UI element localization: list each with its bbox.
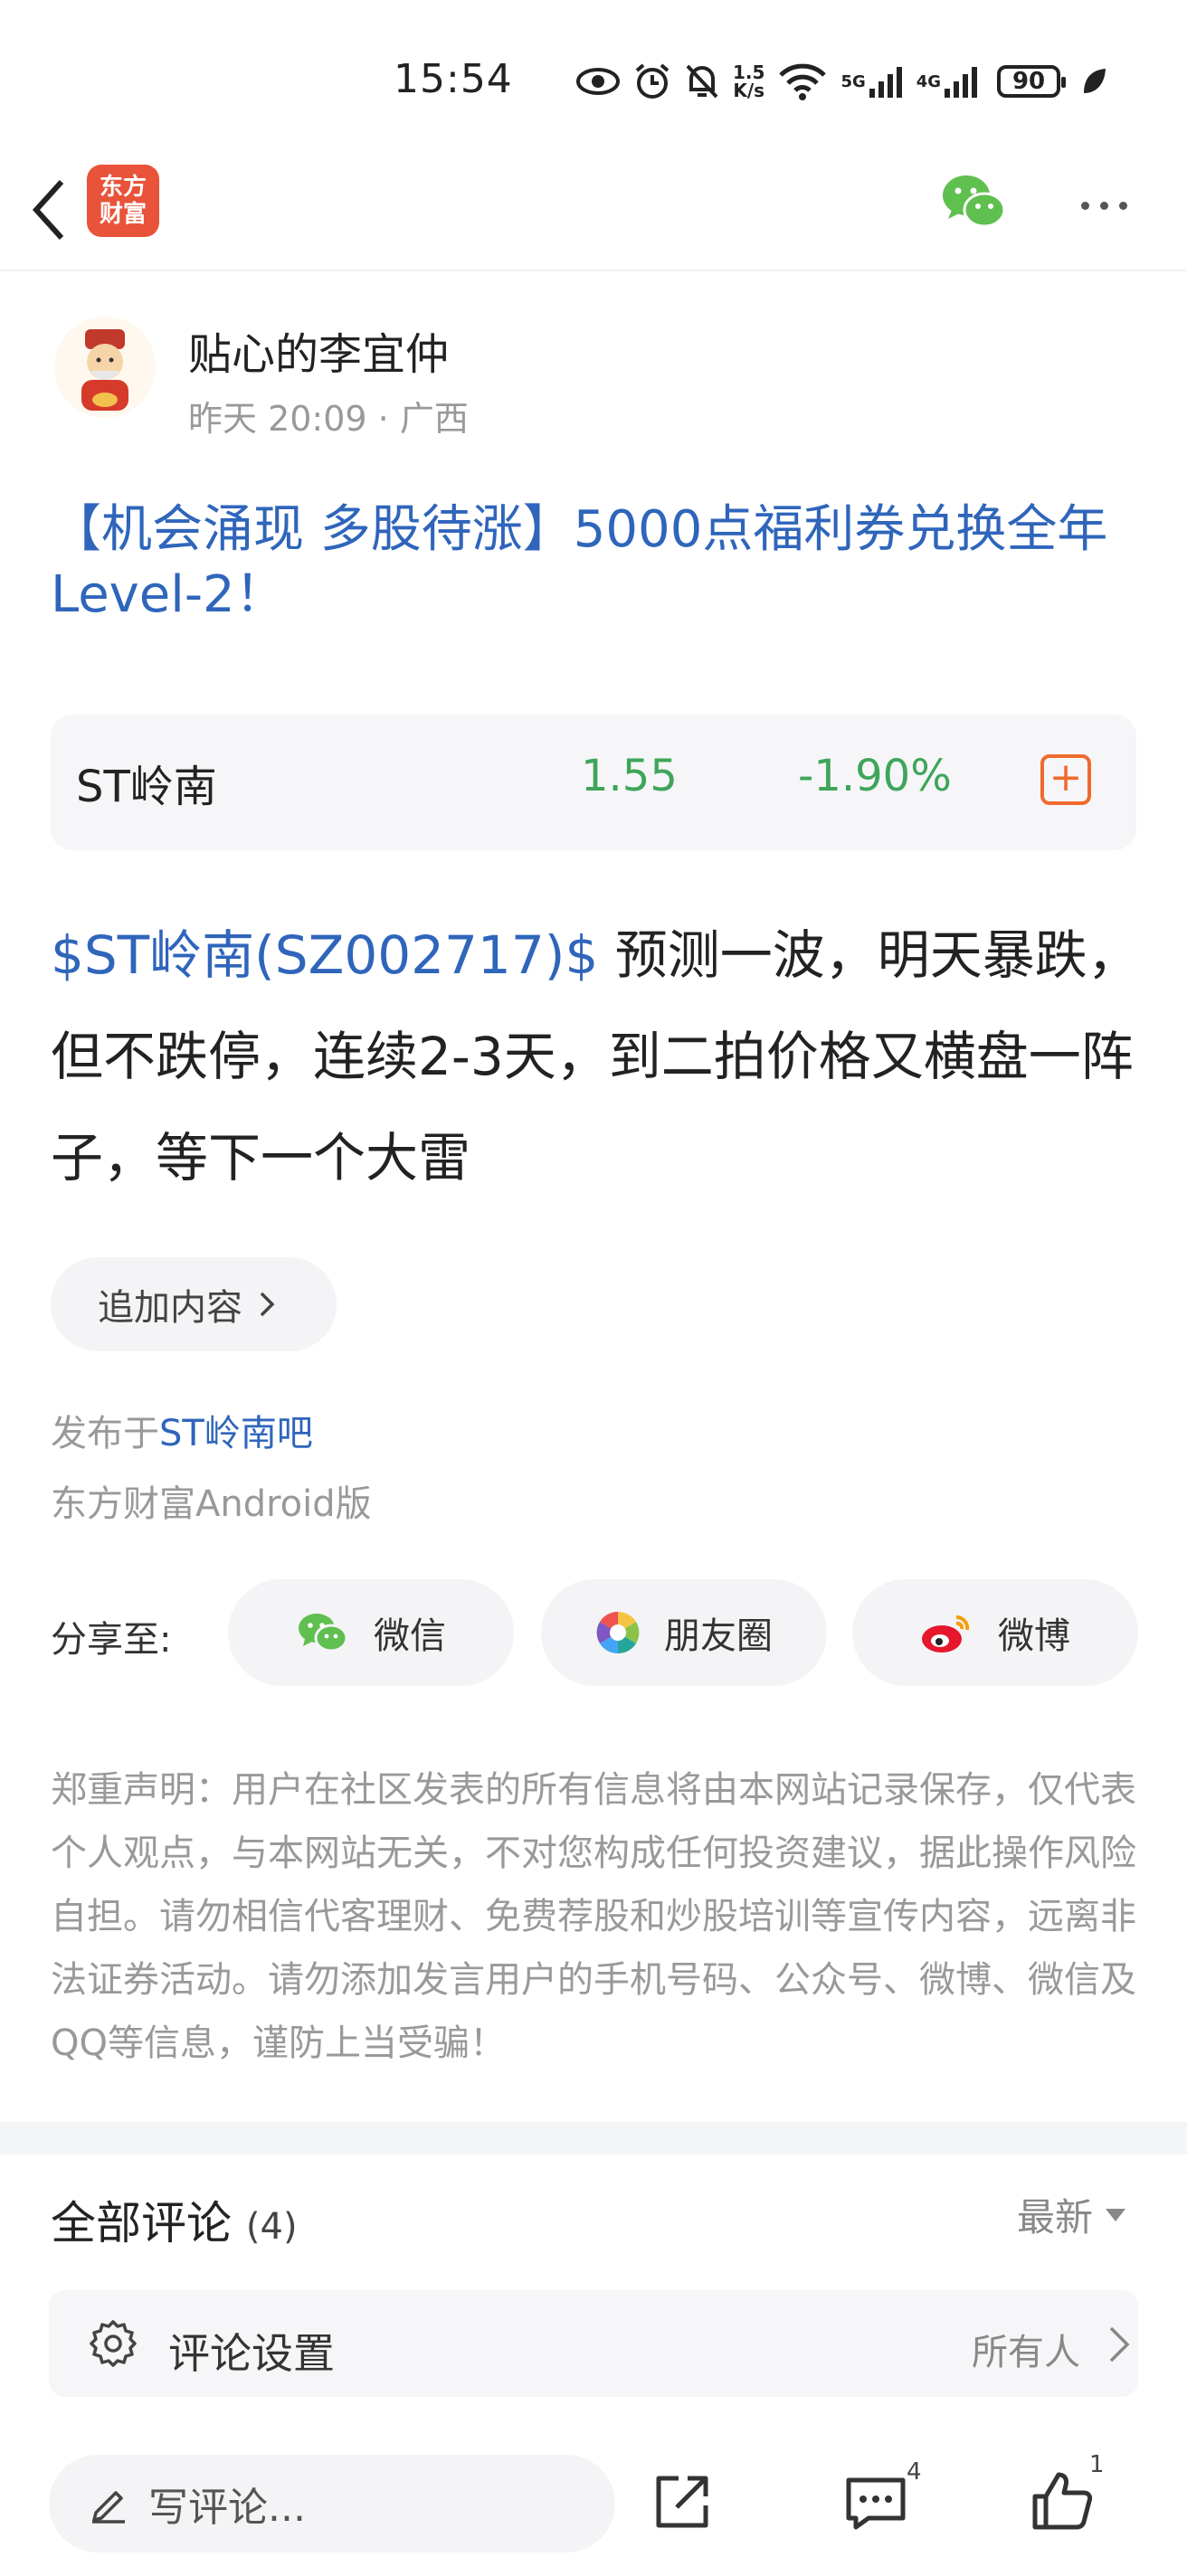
comment-button[interactable] [841,2467,910,2536]
stock-bar-link[interactable]: ST岭南吧 [159,1413,313,1454]
stock-tag-link[interactable]: $ST岭南(SZ002717)$ [51,924,598,986]
mute-icon [684,62,720,100]
comment-count-badge: 4 [907,2458,922,2486]
alarm-icon [633,62,671,100]
section-divider [0,2122,1187,2155]
share-weibo-button[interactable]: 微博 [852,1579,1138,1686]
signal-icon-2: 4G [916,63,979,99]
author-avatar[interactable] [54,317,156,418]
status-time: 15:54 [394,56,513,102]
sort-label: 最新 [1017,2195,1094,2240]
more-icon [1080,201,1089,210]
back-button[interactable] [22,174,76,246]
signal-icon: 5G [840,63,903,99]
comments-count: (4) [245,2206,298,2248]
signal-2-label: 4G [916,71,942,91]
published-info: 发布于ST岭南吧 [51,1404,313,1456]
signal-1-label: 5G [840,71,866,91]
comments-title: 全部评论 [51,2197,232,2249]
share-button[interactable] [648,2467,717,2536]
share-wechat-label: 微信 [374,1615,446,1657]
chevron-right-icon [260,1292,275,1317]
disclaimer: 郑重声明：用户在社区发表的所有信息将由本网站记录保存，仅代表个人观点，与本网站无… [51,1769,1136,2064]
moments-icon [596,1611,640,1654]
more-button[interactable] [1068,183,1140,228]
sort-dropdown[interactable]: 最新 [1017,2187,1126,2242]
append-content-button[interactable]: 追加内容 [51,1257,337,1351]
stock-change: -1.90% [798,751,952,801]
like-button[interactable] [1028,2467,1097,2536]
share-label: 分享至: [51,1619,172,1661]
share-moments-label: 朋友圈 [664,1615,773,1657]
like-count-badge: 1 [1089,2451,1105,2478]
wechat-icon [299,1614,348,1653]
post-meta: 昨天 20:09 · 广西 [188,399,469,439]
author-name[interactable]: 贴心的李宜仲 [188,318,449,382]
app-logo: 东方 财富 [87,165,159,237]
thumbs-up-icon [1032,2472,1093,2530]
share-icon [656,2476,708,2528]
bottom-action-bar: 写评论... 4 1 [0,2435,1187,2576]
comments-header: 全部评论 (4) [51,2187,298,2252]
pencil-icon [92,2491,125,2524]
gear-icon [90,2320,137,2367]
stock-card[interactable]: ST岭南 1.55 -1.90% + [51,715,1136,850]
post-body: $ST岭南(SZ002717)$ 预测一波，明天暴跌，但不跌停，连续2-3天，到… [51,904,1145,1208]
add-stock-button[interactable]: + [1040,754,1091,805]
comment-icon [846,2477,906,2530]
weibo-icon [922,1615,970,1653]
write-comment-placeholder: 写评论... [148,2485,306,2531]
comment-settings-label: 评论设置 [168,2329,335,2378]
net-speed-unit: K/s [733,80,765,101]
logo-line-2: 财富 [99,201,147,228]
stock-name: ST岭南 [76,762,217,812]
logo-line-1: 东方 [99,174,147,201]
wifi-icon [777,62,828,100]
client-info: 东方财富Android版 [51,1483,372,1525]
wechat-share-button[interactable] [937,166,1010,239]
comment-settings-value: 所有人 [972,2332,1080,2373]
back-icon [32,179,64,241]
append-content-label: 追加内容 [98,1287,242,1329]
write-comment-input[interactable]: 写评论... [49,2455,615,2552]
post-title[interactable]: 【机会涌现 多股待涨】5000点福利券兑换全年Level-2！ [51,497,1145,628]
share-weibo-label: 微博 [998,1615,1070,1657]
published-prefix: 发布于 [51,1413,159,1454]
leaf-icon [1080,66,1107,97]
wechat-icon [943,175,1006,228]
status-icons: 1.5 K/s 5G 4G 90 [575,56,1107,107]
net-speed: 1.5 K/s [733,63,764,99]
eye-icon [575,66,621,97]
share-wechat-button[interactable]: 微信 [228,1579,514,1686]
stock-price: 1.55 [581,751,678,801]
nav-bar: 东方 财富 [0,154,1187,271]
chevron-right-icon [1109,2326,1130,2363]
battery-icon: 90 [997,65,1067,98]
status-bar: 15:54 1.5 K/s 5G 4G 90 [0,0,1187,154]
caret-down-icon [1106,2208,1126,2221]
comment-settings-row[interactable]: 评论设置 所有人 [49,2290,1138,2397]
share-moments-button[interactable]: 朋友圈 [541,1579,827,1686]
